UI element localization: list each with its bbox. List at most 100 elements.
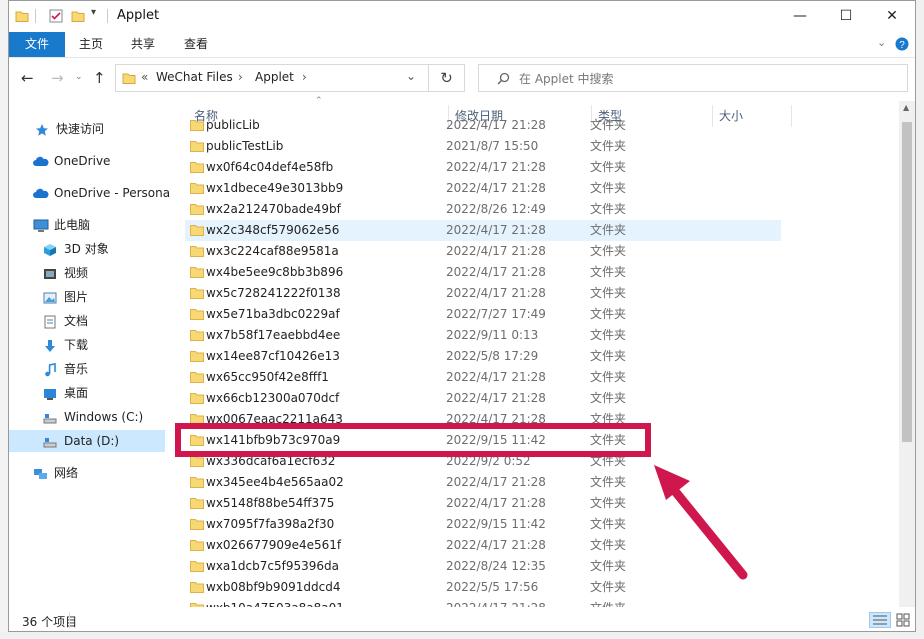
file-date: 2022/7/27 17:49: [446, 307, 546, 321]
network-icon: [33, 466, 47, 480]
folder-icon: [190, 330, 204, 341]
table-row[interactable]: wx65cc950f42e8fff1 2022/4/17 21:28 文件夹: [185, 367, 781, 388]
nav-item[interactable]: 网络: [9, 462, 165, 484]
file-date: 2022/4/17 21:28: [446, 496, 546, 510]
table-row[interactable]: wx5e71ba3dbc0229af 2022/7/27 17:49 文件夹: [185, 304, 781, 325]
customize-toolbar-icon[interactable]: ▾: [91, 7, 96, 18]
close-button[interactable]: ✕: [869, 1, 915, 32]
table-row[interactable]: wx2c348cf579062e56 2022/4/17 21:28 文件夹: [185, 220, 781, 241]
tab-file[interactable]: 文件: [9, 32, 65, 57]
table-row[interactable]: wx2a212470bade49bf 2022/8/26 12:49 文件夹: [185, 199, 781, 220]
breadcrumb-wechat-files[interactable]: WeChat Files: [156, 70, 233, 84]
new-folder-icon[interactable]: [71, 9, 85, 23]
title-bar: ▾ Applet — ☐ ✕: [9, 1, 915, 32]
nav-item[interactable]: 快速访问: [9, 118, 165, 140]
vertical-scrollbar[interactable]: ▲: [899, 101, 915, 607]
nav-item[interactable]: Data (D:): [9, 430, 165, 452]
file-date: 2022/4/17 21:28: [446, 118, 546, 132]
file-date: 2021/8/7 15:50: [446, 139, 539, 153]
address-bar[interactable]: « WeChat Files › Applet › ⌄: [115, 64, 429, 92]
expand-ribbon-icon[interactable]: ⌄: [877, 36, 886, 49]
file-name: wx65cc950f42e8fff1: [206, 370, 329, 384]
scroll-up-icon[interactable]: ▲: [903, 103, 909, 112]
table-row[interactable]: publicLib 2022/4/17 21:28 文件夹: [185, 117, 781, 136]
help-icon[interactable]: ?: [895, 37, 909, 51]
properties-icon[interactable]: [49, 9, 63, 23]
computer-icon: [33, 218, 49, 232]
scrollbar-thumb[interactable]: [902, 122, 912, 442]
tab-home[interactable]: 主页: [79, 32, 103, 57]
back-button[interactable]: ←: [21, 69, 34, 87]
table-row[interactable]: wx3c224caf88e9581a 2022/4/17 21:28 文件夹: [185, 241, 781, 262]
nav-item-label: OneDrive: [54, 154, 111, 168]
file-name: wx4be5ee9c8bb3b896: [206, 265, 344, 279]
nav-item[interactable]: 桌面: [9, 382, 165, 404]
table-row[interactable]: wxb10a47503a8a8a01 2022/4/17 21:28 文件夹: [185, 598, 781, 607]
nav-item[interactable]: 3D 对象: [9, 238, 165, 260]
minimize-button[interactable]: —: [777, 1, 823, 32]
tab-view[interactable]: 查看: [184, 32, 208, 57]
nav-item-label: 音乐: [64, 362, 89, 376]
breadcrumb-overflow[interactable]: «: [141, 70, 148, 84]
file-type: 文件夹: [590, 580, 627, 594]
file-name: wx5e71ba3dbc0229af: [206, 307, 340, 321]
document-icon: [43, 314, 57, 329]
address-dropdown-icon[interactable]: ⌄: [406, 69, 416, 83]
table-row[interactable]: wx1dbece49e3013bb9 2022/4/17 21:28 文件夹: [185, 178, 781, 199]
drive-icon: [43, 410, 57, 424]
up-button[interactable]: ↑: [93, 69, 106, 87]
folder-icon: [190, 498, 204, 509]
navigation-pane: 快速访问 OneDrive OneDrive - Persona 此电脑 3D 对象 视频…: [9, 101, 170, 605]
tab-share[interactable]: 共享: [131, 32, 155, 57]
file-type: 文件夹: [590, 349, 627, 363]
recent-locations-icon[interactable]: ⌄: [75, 72, 83, 82]
nav-item-label: OneDrive - Persona: [54, 186, 171, 200]
table-row[interactable]: wx14ee87cf10426e13 2022/5/8 17:29 文件夹: [185, 346, 781, 367]
nav-item-label: 图片: [64, 290, 89, 304]
folder-icon: [190, 267, 204, 278]
folder-icon: [190, 204, 204, 215]
maximize-button[interactable]: ☐: [823, 1, 869, 32]
file-type: 文件夹: [590, 538, 627, 552]
file-type: 文件夹: [590, 307, 627, 321]
nav-item[interactable]: 文档: [9, 310, 165, 332]
refresh-button[interactable]: ↻: [429, 64, 465, 92]
table-row[interactable]: wx5c728241222f0138 2022/4/17 21:28 文件夹: [185, 283, 781, 304]
folder-icon: [190, 120, 204, 131]
folder-icon: [190, 225, 204, 236]
file-date: 2022/5/5 17:56: [446, 580, 539, 594]
breadcrumb-applet[interactable]: Applet: [255, 70, 294, 84]
search-box[interactable]: 在 Applet 中搜索: [478, 64, 908, 92]
table-row[interactable]: wx4be5ee9c8bb3b896 2022/4/17 21:28 文件夹: [185, 262, 781, 283]
file-name: wx2a212470bade49bf: [206, 202, 341, 216]
folder-icon: [190, 582, 204, 593]
file-type: 文件夹: [590, 598, 626, 607]
file-date: 2022/4/17 21:28: [446, 160, 546, 174]
file-type: 文件夹: [590, 286, 627, 300]
nav-item[interactable]: 此电脑: [9, 214, 165, 236]
table-row[interactable]: wx66cb12300a070dcf 2022/4/17 21:28 文件夹: [185, 388, 781, 409]
picture-icon: [43, 290, 57, 304]
table-row[interactable]: wx7b58f17eaebbd4ee 2022/9/11 0:13 文件夹: [185, 325, 781, 346]
table-row[interactable]: wx0f64c04def4e58fb 2022/4/17 21:28 文件夹: [185, 157, 781, 178]
nav-item[interactable]: OneDrive: [9, 150, 165, 172]
nav-item[interactable]: Windows (C:): [9, 406, 165, 428]
nav-item[interactable]: OneDrive - Persona: [9, 182, 170, 204]
nav-item[interactable]: 下载: [9, 334, 165, 356]
large-icons-view-icon[interactable]: [895, 612, 911, 628]
details-view-icon[interactable]: [869, 612, 891, 628]
nav-item[interactable]: 音乐: [9, 358, 165, 380]
search-placeholder: 在 Applet 中搜索: [519, 72, 614, 86]
file-date: 2022/9/15 11:42: [446, 517, 546, 531]
nav-item[interactable]: 视频: [9, 262, 165, 284]
file-date: 2022/4/17 21:28: [446, 286, 546, 300]
file-date: 2022/8/26 12:49: [446, 202, 546, 216]
file-name: wx3c224caf88e9581a: [206, 244, 339, 258]
table-row[interactable]: publicTestLib 2021/8/7 15:50 文件夹: [185, 136, 781, 157]
forward-button[interactable]: →: [51, 69, 64, 87]
file-date: 2022/5/8 17:29: [446, 349, 539, 363]
nav-item-label: 网络: [54, 466, 79, 480]
breadcrumb-separator: ›: [238, 70, 243, 84]
file-name: wx5148f88be54ff375: [206, 496, 335, 510]
nav-item[interactable]: 图片: [9, 286, 165, 308]
